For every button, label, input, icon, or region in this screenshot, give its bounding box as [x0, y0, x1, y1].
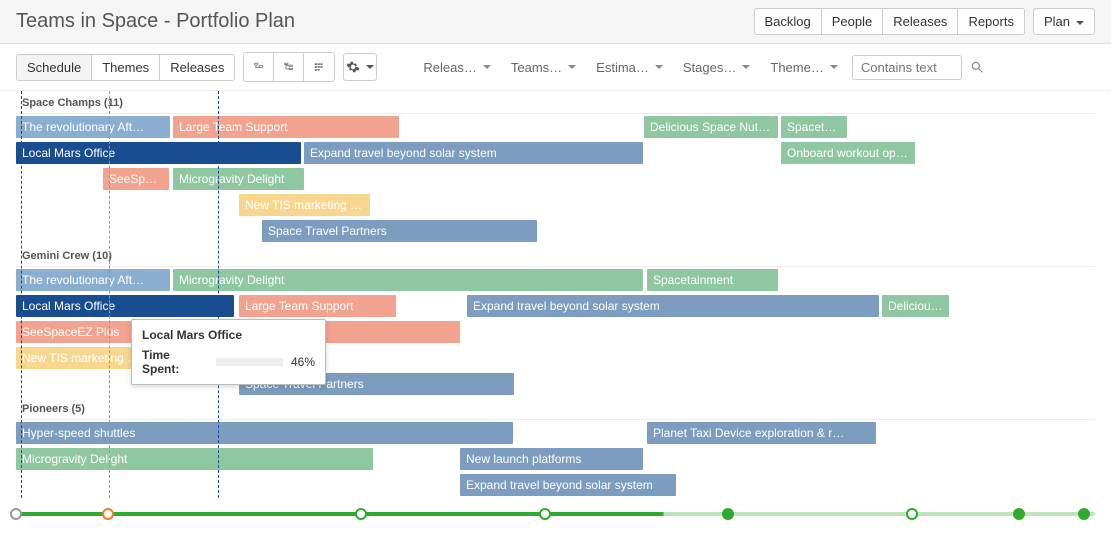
timeline-bar[interactable]: SeeSpaceEZ Plus [16, 321, 147, 343]
slider-handle[interactable] [1078, 508, 1090, 520]
timeline-row: SeeSpa…Microgravity Delight [16, 166, 1095, 192]
timeline-bar[interactable]: Microgravity Delight [173, 168, 304, 190]
slider-handle[interactable] [102, 508, 114, 520]
timeline-bar[interactable]: New TIS marketing c… [239, 194, 370, 216]
timeline-bar[interactable]: Local Mars Office [16, 295, 234, 317]
timeline-bar[interactable]: Microgravity Delight [173, 269, 643, 291]
layout-icons [243, 52, 335, 82]
tab-schedule[interactable]: Schedule [17, 55, 92, 80]
timeline-row: Hyper-speed shuttles Planet Taxi Device e… [16, 420, 1095, 446]
toolbar: Schedule Themes Releases Releas… Teams… … [0, 44, 1111, 91]
nav-backlog[interactable]: Backlog [755, 9, 822, 34]
timeline-row: Space Travel Partners [16, 218, 1095, 244]
timeline-bar[interactable]: Local Mars Office [16, 142, 301, 164]
nav-group: Backlog People Releases Reports [754, 8, 1025, 35]
settings-dropdown[interactable] [343, 53, 377, 81]
header-actions: Backlog People Releases Reports Plan [754, 8, 1096, 35]
timeline-bar[interactable]: Microgravity Delight [16, 448, 373, 470]
timeline-slider[interactable] [16, 502, 1095, 526]
timeline-bar[interactable]: The revolutionary Aft… [16, 116, 170, 138]
timeline-bar[interactable]: Spacetainment [647, 269, 778, 291]
timeline-bar[interactable]: Expand travel beyond solar system [460, 474, 676, 496]
search-icon[interactable] [970, 60, 984, 74]
chevron-down-icon [568, 65, 576, 73]
chevron-down-icon [742, 65, 750, 73]
timeline-row: Local Mars OfficeExpand travel beyond so… [16, 140, 1095, 166]
timeline-bar[interactable]: The revolutionary Aft… [16, 269, 170, 291]
tooltip-percent: 46% [291, 355, 315, 369]
tab-themes[interactable]: Themes [92, 55, 160, 80]
timeline-row: New TIS marketing c… [16, 192, 1095, 218]
timeline-row: Expand travel beyond solar system [16, 472, 1095, 498]
gear-icon [346, 60, 360, 74]
selection-marker-line [218, 91, 219, 498]
timeline-bar[interactable]: SeeSpa… [103, 168, 169, 190]
hierarchy-icon[interactable] [244, 53, 274, 81]
filter-releases[interactable]: Releas… [417, 56, 496, 79]
chevron-down-icon [483, 65, 491, 73]
search-input[interactable] [852, 55, 962, 80]
nav-people[interactable]: People [822, 9, 883, 34]
timeline-bar[interactable]: Hyper-speed shuttles [16, 422, 513, 444]
view-tabs: Schedule Themes Releases [16, 54, 235, 81]
timeline-row: The revolutionary Aft…Microgravity Delig… [16, 267, 1095, 293]
tab-releases[interactable]: Releases [160, 55, 234, 80]
slider-handle[interactable] [355, 508, 367, 520]
timeline-bar[interactable]: Large Team Support [239, 295, 396, 317]
timeline-bar[interactable]: Delicious Space Nutr… [644, 116, 778, 138]
group-header: Pioneers (5) [16, 397, 1095, 420]
filter-themes[interactable]: Theme… [764, 56, 843, 79]
timeline-bar[interactable]: Spacetai… [781, 116, 847, 138]
timeline-row: Local Mars OfficeLarge Team Support Expan… [16, 293, 1095, 319]
page-title: Teams in Space - Portfolio Plan [16, 10, 295, 33]
nav-releases[interactable]: Releases [883, 9, 958, 34]
start-marker-line [21, 91, 22, 498]
slider-handle[interactable] [539, 508, 551, 520]
timeline-row: Microgravity Delight New launch platforms [16, 446, 1095, 472]
hierarchy-expanded-icon[interactable] [274, 53, 304, 81]
timeline-bar[interactable]: Expand travel beyond solar system [467, 295, 879, 317]
filter-teams[interactable]: Teams… [505, 56, 582, 79]
slider-handle[interactable] [906, 508, 918, 520]
group-header: Gemini Crew (10) [16, 244, 1095, 267]
tooltip-progress [216, 358, 283, 366]
slider-track [16, 512, 1095, 516]
slider-handle[interactable] [10, 508, 22, 520]
timeline-bar[interactable]: Expand travel beyond solar system [304, 142, 643, 164]
timeline-bar[interactable]: Onboard workout opt… [781, 142, 915, 164]
group-header: Space Champs (11) [16, 91, 1095, 114]
timeline-bar[interactable]: Planet Taxi Device exploration & r… [647, 422, 876, 444]
today-marker-line [109, 91, 110, 498]
timeline-bar[interactable]: New launch platforms [460, 448, 643, 470]
page-header: Teams in Space - Portfolio Plan Backlog … [0, 0, 1111, 44]
chevron-down-icon [830, 65, 838, 73]
slider-handle[interactable] [722, 508, 734, 520]
timeline-bar[interactable]: Space Travel Partners [262, 220, 537, 242]
timeline-bar[interactable]: Large Team Support [173, 116, 399, 138]
tooltip-label: Time Spent: [142, 348, 208, 376]
timeline-bar[interactable]: New TIS marketing c… [16, 347, 147, 369]
nav-reports[interactable]: Reports [958, 9, 1024, 34]
timeline-row: The revolutionary Aft…Large Team Support… [16, 114, 1095, 140]
filter-stages[interactable]: Stages… [677, 56, 756, 79]
bar-tooltip: Local Mars Office Time Spent: 46% [131, 319, 326, 385]
slider-handle[interactable] [1013, 508, 1025, 520]
grid-icon[interactable] [304, 53, 334, 81]
plan-dropdown[interactable]: Plan [1033, 8, 1095, 35]
tooltip-title: Local Mars Office [142, 328, 315, 342]
timeline-bar[interactable]: Deliciou… [882, 295, 949, 317]
timeline-board: Space Champs (11)The revolutionary Aft…L… [0, 91, 1111, 498]
filter-estimates[interactable]: Estima… [590, 56, 669, 79]
chevron-down-icon [655, 65, 663, 73]
